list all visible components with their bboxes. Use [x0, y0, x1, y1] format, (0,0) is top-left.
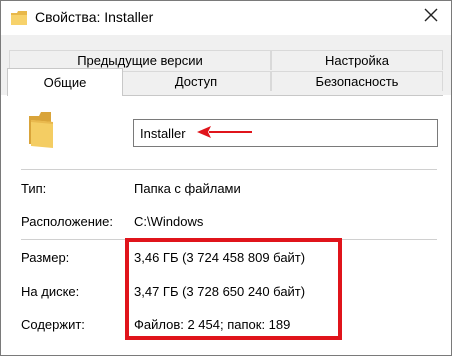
tab-customize[interactable]: Настройка: [271, 50, 443, 70]
contains-label: Содержит:: [21, 317, 85, 332]
type-label: Тип:: [21, 181, 47, 196]
folder-icon: [11, 11, 27, 25]
tab-label: Предыдущие версии: [77, 53, 203, 68]
tab-security[interactable]: Безопасность: [271, 71, 443, 91]
tab-strip: Предыдущие версии Настройка Доступ Безоп…: [1, 35, 451, 96]
red-arrow-icon: [197, 125, 253, 139]
size-on-disk-label: На диске:: [21, 284, 80, 299]
tab-previous-versions[interactable]: Предыдущие версии: [9, 50, 271, 70]
tab-label: Безопасность: [315, 74, 399, 89]
window-title: Свойства: Installer: [35, 9, 154, 25]
close-button[interactable]: [411, 1, 451, 31]
folder-icon: [29, 110, 53, 150]
close-icon: [424, 8, 438, 25]
location-label: Расположение:: [21, 214, 113, 229]
divider: [21, 169, 437, 170]
tab-sharing[interactable]: Доступ: [121, 71, 271, 91]
title-bar: Свойства: Installer: [1, 1, 451, 35]
tab-general[interactable]: Общие: [7, 68, 123, 96]
location-value: C:\Windows: [134, 214, 204, 229]
size-label: Размер:: [21, 250, 70, 265]
tab-label: Настройка: [325, 53, 389, 68]
tab-label: Доступ: [174, 74, 218, 89]
highlight-box: [125, 238, 342, 340]
properties-dialog: Свойства: Installer Предыдущие версии На…: [0, 0, 452, 356]
folder-name-input[interactable]: [133, 119, 438, 147]
type-value: Папка с файлами: [134, 181, 241, 196]
tab-label: Общие: [43, 75, 87, 90]
